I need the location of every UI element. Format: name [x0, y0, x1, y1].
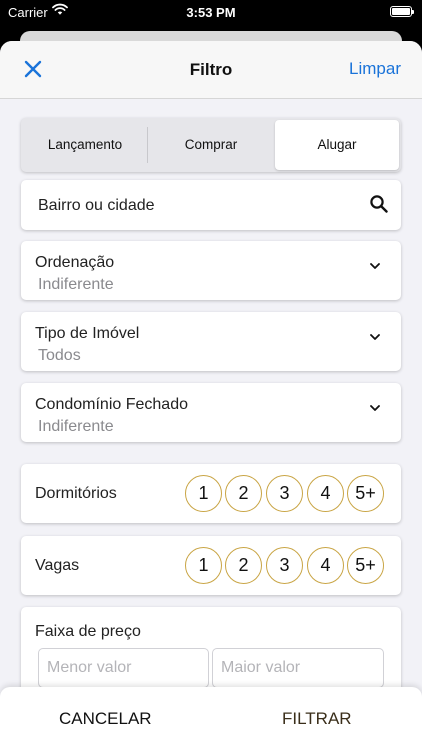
- cancel-button[interactable]: CANCELAR: [59, 709, 152, 729]
- search-field[interactable]: Bairro ou cidade: [21, 180, 401, 230]
- status-bar: Carrier 3:53 PM: [0, 0, 422, 26]
- dormitorios-selector: Dormitórios 1 2 3 4 5+: [21, 464, 401, 523]
- clock: 3:53 PM: [186, 5, 236, 20]
- vagas-option-1[interactable]: 1: [185, 547, 222, 584]
- footer-bar: CANCELAR FILTRAR: [0, 687, 422, 750]
- chevron-down-icon: [370, 328, 380, 340]
- search-icon[interactable]: [370, 195, 388, 213]
- tipo-de-imovel-value: Todos: [38, 347, 81, 364]
- vagas-option-2[interactable]: 2: [225, 547, 262, 584]
- dormitorios-option-2[interactable]: 2: [225, 475, 262, 512]
- condominio-fechado-value: Indiferente: [38, 418, 114, 435]
- ordenacao-dropdown[interactable]: Ordenação Indiferente: [21, 241, 401, 300]
- dormitorios-option-1[interactable]: 1: [185, 475, 222, 512]
- vagas-option-4[interactable]: 4: [307, 547, 344, 584]
- dormitorios-option-5-plus[interactable]: 5+: [347, 475, 384, 512]
- chevron-down-icon: [370, 257, 380, 269]
- condominio-fechado-dropdown[interactable]: Condomínio Fechado Indiferente: [21, 383, 401, 442]
- segment-divider: [147, 127, 148, 163]
- segment-alugar[interactable]: Alugar: [275, 120, 399, 170]
- filter-sheet: Filtro Limpar Lançamento Comprar Alugar …: [0, 41, 422, 750]
- clear-button[interactable]: Limpar: [349, 59, 401, 79]
- ordenacao-label: Ordenação: [35, 254, 115, 271]
- min-price-input[interactable]: [38, 648, 209, 688]
- dormitorios-label: Dormitórios: [35, 485, 117, 502]
- chevron-down-icon: [370, 399, 380, 411]
- tipo-de-imovel-dropdown[interactable]: Tipo de Imóvel Todos: [21, 312, 401, 371]
- condominio-fechado-label: Condomínio Fechado: [35, 396, 188, 413]
- max-price-input[interactable]: [212, 648, 384, 688]
- transaction-type-segmented-control: Lançamento Comprar Alugar: [21, 118, 401, 172]
- filter-button[interactable]: FILTRAR: [282, 709, 352, 729]
- dormitorios-option-4[interactable]: 4: [307, 475, 344, 512]
- vagas-label: Vagas: [35, 557, 80, 574]
- ordenacao-value: Indiferente: [38, 276, 114, 293]
- battery-icon: [390, 6, 414, 17]
- vagas-option-3[interactable]: 3: [266, 547, 303, 584]
- navigation-bar: Filtro Limpar: [0, 41, 422, 99]
- vagas-selector: Vagas 1 2 3 4 5+: [21, 536, 401, 595]
- segment-lancamento[interactable]: Lançamento: [23, 120, 147, 170]
- tipo-de-imovel-label: Tipo de Imóvel: [35, 325, 140, 342]
- vagas-option-5-plus[interactable]: 5+: [347, 547, 384, 584]
- price-range-label: Faixa de preço: [35, 623, 141, 640]
- search-placeholder: Bairro ou cidade: [38, 197, 155, 214]
- segment-comprar[interactable]: Comprar: [149, 120, 273, 170]
- dormitorios-option-3[interactable]: 3: [266, 475, 303, 512]
